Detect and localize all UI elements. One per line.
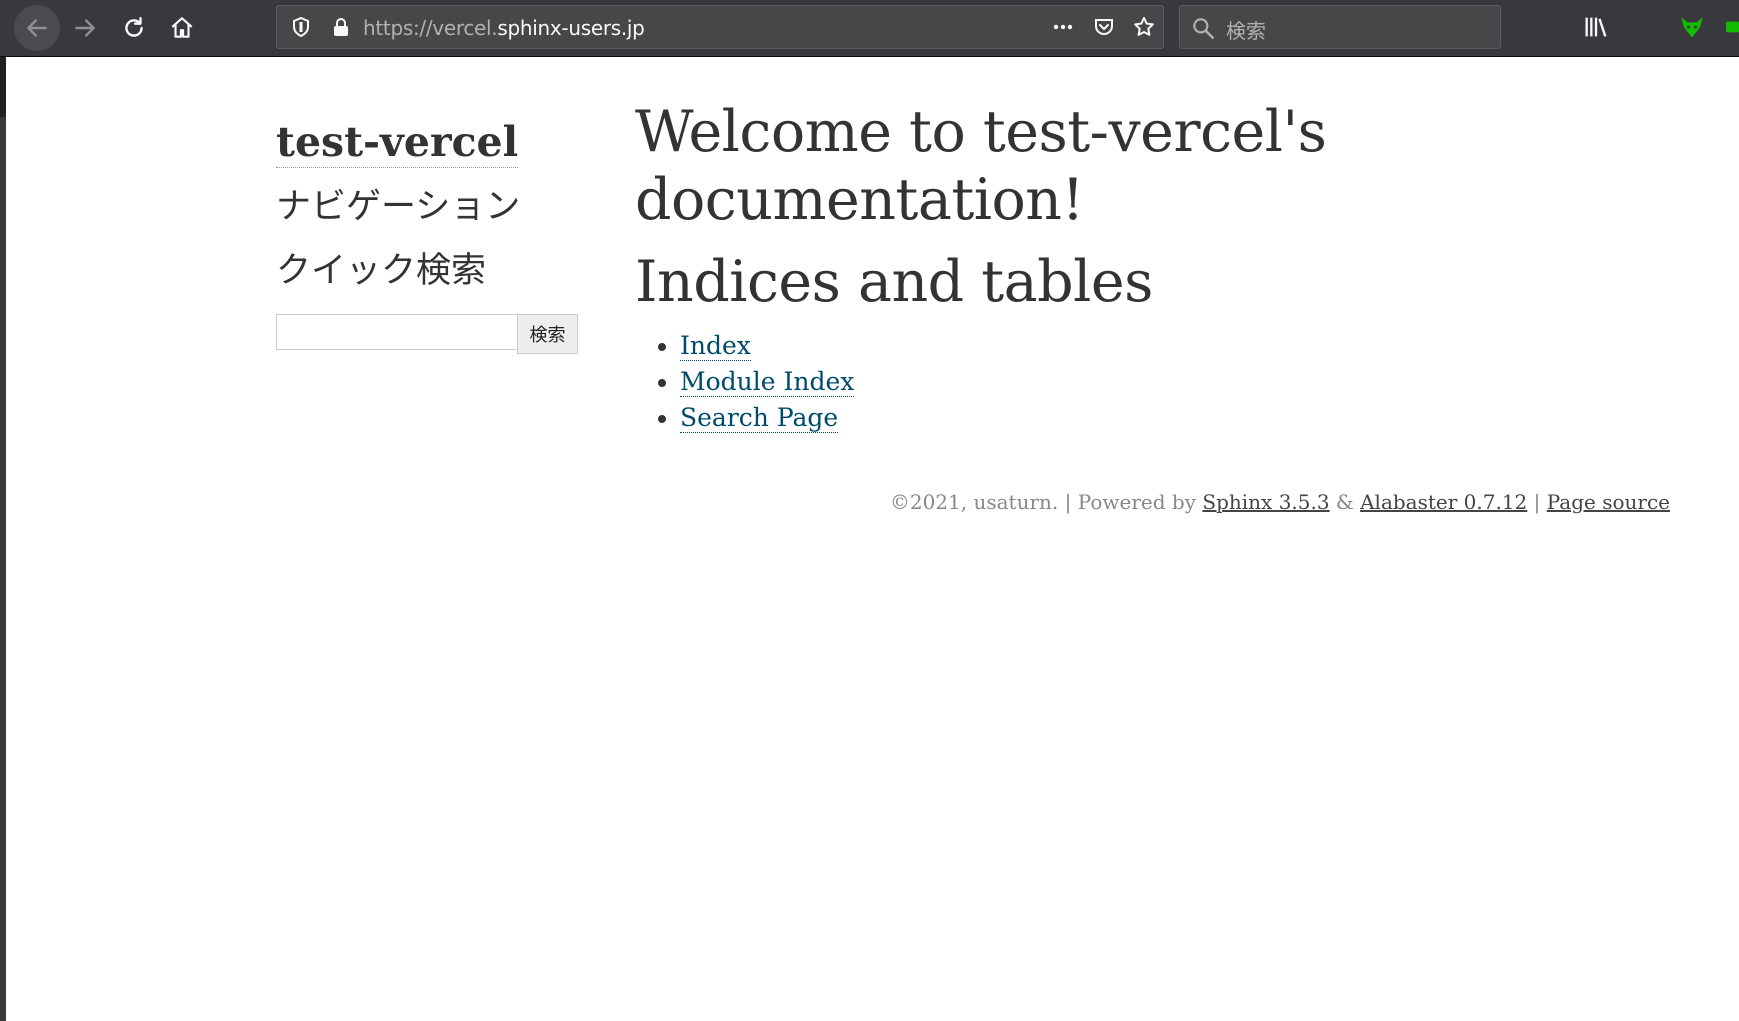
sidebar: test-vercel ナビゲーション クイック検索 検索 [276,118,578,355]
indices-list: Index Module Index Search Page [635,328,1435,436]
quick-search-heading: クイック検索 [276,251,487,292]
list-item: Module Index [680,364,1435,400]
pocket-icon[interactable] [1092,15,1116,39]
footer-amp: & [1329,490,1361,514]
back-button[interactable] [14,5,60,51]
url-domain: sphinx-users.jp [497,16,645,40]
index-link[interactable]: Index [680,331,751,361]
footer-separator: | Powered by [1058,490,1203,514]
quick-search-form: 検索 [276,314,578,355]
more-actions-icon[interactable] [1051,15,1075,39]
search-placeholder: 検索 [1226,19,1266,43]
navigation-heading: ナビゲーション [276,187,521,228]
back-arrow-icon [27,19,47,37]
copyright-text: ©2021, usaturn. [889,490,1059,514]
tracking-shield-icon[interactable] [289,15,313,39]
search-page-link[interactable]: Search Page [680,403,839,433]
quick-search-button[interactable]: 検索 [517,314,578,355]
url-text[interactable]: https://vercel.sphinx-users.jp [363,16,645,40]
list-item: Search Page [680,400,1435,436]
home-icon [171,17,193,38]
footer-separator: | [1527,490,1547,514]
reload-button[interactable] [114,8,154,48]
sidebar-icon[interactable] [1630,118,1739,146]
extension-fox-icon[interactable] [1678,13,1706,41]
browser-toolbar: https://vercel.sphinx-users.jp 検索 [0,0,1739,57]
main-content: Welcome to test-vercel's documentation! … [635,98,1435,436]
reload-icon [125,17,143,37]
window-edge [0,57,6,1021]
sphinx-link[interactable]: Sphinx 3.5.3 [1202,490,1329,514]
bookmark-star-icon[interactable] [1132,15,1156,39]
browser-search-bar[interactable]: 検索 [1179,5,1501,49]
home-button[interactable] [162,8,202,48]
url-bar[interactable]: https://vercel.sphinx-users.jp [276,5,1164,49]
forward-arrow-icon [75,19,95,37]
module-index-link[interactable]: Module Index [680,367,855,397]
url-prefix: https://vercel. [363,16,498,40]
page-title: Welcome to test-vercel's documentation! [635,99,1327,233]
footer: ©2021, usaturn. | Powered by Sphinx 3.5.… [890,490,1670,514]
indices-heading: Indices and tables [635,249,1153,315]
alabaster-link[interactable]: Alabaster 0.7.12 [1360,490,1527,514]
forward-button[interactable] [65,8,105,48]
search-icon [1193,18,1215,40]
list-item: Index [680,328,1435,364]
page-source-link[interactable]: Page source [1547,490,1670,514]
lock-icon[interactable] [329,15,353,39]
project-logo-link[interactable]: test-vercel [276,118,519,169]
library-icon[interactable] [1582,13,1610,41]
quick-search-input[interactable] [276,314,518,351]
extension-icon[interactable] [1726,13,1739,41]
